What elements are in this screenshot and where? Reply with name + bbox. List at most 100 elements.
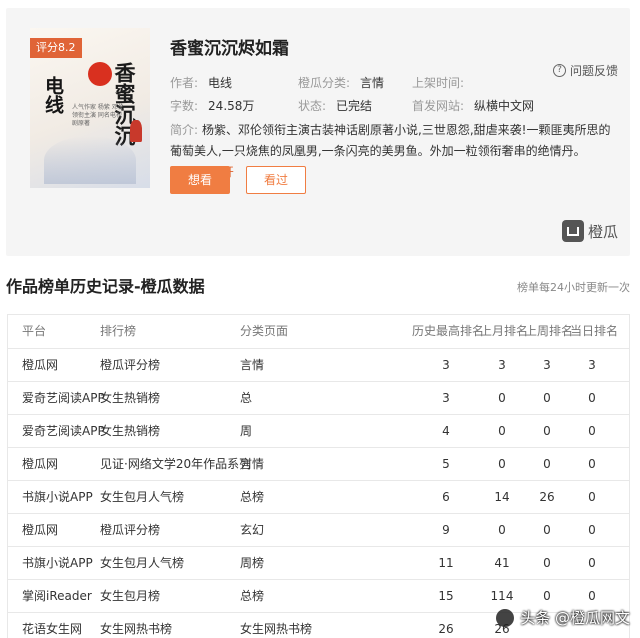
meta-status: 状态: 已完结 — [298, 98, 372, 114]
brand-name: 橙瓜 — [587, 222, 618, 241]
header-category: 分类页面 — [240, 324, 289, 338]
update-note: 榜单每24小时更新一次 — [517, 281, 630, 294]
cover-author: 电线 — [42, 76, 64, 114]
table-row[interactable]: 书旗小说APP 女生包月人气榜 周榜 11 41 0 0 — [8, 547, 629, 580]
cell-category: 周榜 — [240, 556, 265, 570]
site-value: 纵横中文网 — [474, 99, 535, 113]
feedback-label: 问题反馈 — [569, 64, 618, 78]
cell-history-best: 26 — [438, 622, 454, 636]
cell-category: 总榜 — [240, 490, 265, 504]
intro-text: 杨紫、邓伦领衔主演古装神话剧原著小说,三世恩怨,甜虐来袭!一颗匪夷所思的葡萄美人… — [170, 123, 611, 179]
shelf-time-label: 上架时间: — [412, 76, 465, 90]
cell-history-best: 3 — [442, 358, 450, 372]
cell-today: 0 — [588, 391, 596, 405]
cell-platform: 橙瓜网 — [22, 358, 59, 372]
cell-today: 3 — [588, 358, 596, 372]
meta-shelf-time: 上架时间: — [412, 75, 474, 91]
cell-list: 橙瓜评分榜 — [100, 523, 161, 537]
author-value[interactable]: 电线 — [208, 76, 232, 90]
have-read-button[interactable]: 看过 — [246, 166, 306, 194]
category-label: 橙瓜分类: — [298, 76, 351, 90]
header-list: 排行榜 — [100, 324, 137, 338]
status-value: 已完结 — [336, 99, 373, 113]
cell-history-best: 9 — [442, 523, 450, 537]
author-label: 作者: — [170, 76, 199, 90]
cover-art-figure — [44, 136, 136, 184]
cell-today: 0 — [588, 490, 596, 504]
table-row[interactable]: 爱奇艺阅读APP 女生热销榜 总 3 0 0 0 — [8, 382, 629, 415]
table-row[interactable]: 书旗小说APP 女生包月人气榜 总榜 6 14 26 0 — [8, 481, 629, 514]
book-intro: 简介: 杨紫、邓伦领衔主演古装神话剧原著小说,三世恩怨,甜虐来袭!一颗匪夷所思的葡… — [170, 120, 618, 183]
book-cover[interactable]: 评分8.2 香蜜沉沉 电线 人气作家 杨紫 邓伦 领衔主演 同名电视剧原著 — [30, 28, 150, 188]
table-header: 平台 排行榜 分类页面 历史最高排名 上月排名 上周排名 当日排名 — [8, 315, 629, 349]
status-label: 状态: — [298, 99, 327, 113]
intro-label: 简介: — [170, 123, 199, 137]
cell-platform: 书旗小说APP — [22, 490, 93, 504]
meta-words: 字数: 24.58万 — [170, 98, 254, 114]
section-title: 作品榜单历史记录-橙瓜数据 — [6, 277, 205, 296]
cell-category: 周 — [240, 424, 253, 438]
cell-platform: 橙瓜网 — [22, 523, 59, 537]
meta-category: 橙瓜分类: 言情 — [298, 75, 384, 91]
cell-list: 女生网热书榜 — [100, 622, 173, 636]
cell-list: 女生热销榜 — [100, 424, 161, 438]
cell-history-best: 3 — [442, 391, 450, 405]
cell-list: 女生包月榜 — [100, 589, 161, 603]
cell-history-best: 6 — [442, 490, 450, 504]
score-badge: 评分8.2 — [30, 38, 82, 58]
cell-list: 橙瓜评分榜 — [100, 358, 161, 372]
cell-category: 言情 — [240, 457, 265, 471]
header-last-month: 上月排名 — [480, 324, 529, 338]
cell-platform: 花语女生网 — [22, 622, 83, 636]
header-history-best: 历史最高排名 — [412, 324, 485, 338]
header-platform: 平台 — [22, 324, 47, 338]
cell-today: 0 — [588, 556, 596, 570]
words-label: 字数: — [170, 99, 199, 113]
cell-category: 玄幻 — [240, 523, 265, 537]
cover-blurb: 人气作家 杨紫 邓伦 领衔主演 同名电视剧原著 — [72, 104, 124, 127]
cell-platform: 橙瓜网 — [22, 457, 59, 471]
table-row[interactable]: 爱奇艺阅读APP 女生热销榜 周 4 0 0 0 — [8, 415, 629, 448]
cell-list: 女生包月人气榜 — [100, 556, 185, 570]
ranking-history-table: 平台 排行榜 分类页面 历史最高排名 上月排名 上周排名 当日排名 橙瓜网 橙瓜… — [7, 314, 630, 638]
header-today: 当日排名 — [570, 324, 619, 338]
table-row[interactable]: 橙瓜网 见证·网络文学20年作品系列 言情 5 0 0 0 — [8, 448, 629, 481]
cell-history-best: 5 — [442, 457, 450, 471]
brand-logo[interactable]: 橙瓜 — [561, 220, 618, 242]
cell-list: 女生包月人气榜 — [100, 490, 185, 504]
cell-platform: 掌阅iReader — [22, 589, 92, 603]
cell-list: 见证·网络文学20年作品系列 — [100, 457, 252, 471]
feedback-link[interactable]: ? 问题反馈 — [552, 62, 618, 79]
cell-today: 0 — [588, 457, 596, 471]
cell-list: 女生热销榜 — [100, 391, 161, 405]
cell-today: 0 — [588, 523, 596, 537]
book-card: 评分8.2 香蜜沉沉 电线 人气作家 杨紫 邓伦 领衔主演 同名电视剧原著 香蜜… — [6, 8, 630, 256]
table-row[interactable]: 橙瓜网 橙瓜评分榜 玄幻 9 0 0 0 — [8, 514, 629, 547]
cell-platform: 爱奇艺阅读APP — [22, 424, 105, 438]
chenggua-logo-icon — [561, 220, 584, 242]
table-row[interactable]: 橙瓜网 橙瓜评分榜 言情 3 3 3 3 — [8, 349, 629, 382]
cell-category: 总 — [240, 391, 253, 405]
watermark: 头条 @橙瓜网文 — [496, 607, 630, 628]
cell-history-best: 11 — [438, 556, 454, 570]
cell-platform: 书旗小说APP — [22, 556, 93, 570]
meta-site: 首发网站: 纵横中文网 — [412, 98, 534, 114]
cell-today: 0 — [588, 424, 596, 438]
meta-author: 作者: 电线 — [170, 75, 232, 91]
want-to-read-button[interactable]: 想看 — [170, 166, 230, 194]
cover-art-lantern — [130, 120, 142, 142]
category-value: 言情 — [360, 76, 385, 90]
watermark-text: 头条 @橙瓜网文 — [520, 609, 630, 627]
cell-category: 言情 — [240, 358, 265, 372]
cell-history-best: 4 — [442, 424, 450, 438]
cell-category: 总榜 — [240, 589, 265, 603]
cell-history-best: 15 — [438, 589, 454, 603]
words-value: 24.58万 — [208, 99, 255, 113]
cell-platform: 爱奇艺阅读APP — [22, 391, 105, 405]
header-last-week: 上周排名 — [525, 324, 574, 338]
avatar-icon — [496, 608, 515, 627]
cell-category: 女生网热书榜 — [240, 622, 313, 636]
site-label: 首发网站: — [412, 99, 465, 113]
book-title: 香蜜沉沉烬如霜 — [170, 39, 289, 59]
question-icon: ? — [552, 64, 566, 77]
